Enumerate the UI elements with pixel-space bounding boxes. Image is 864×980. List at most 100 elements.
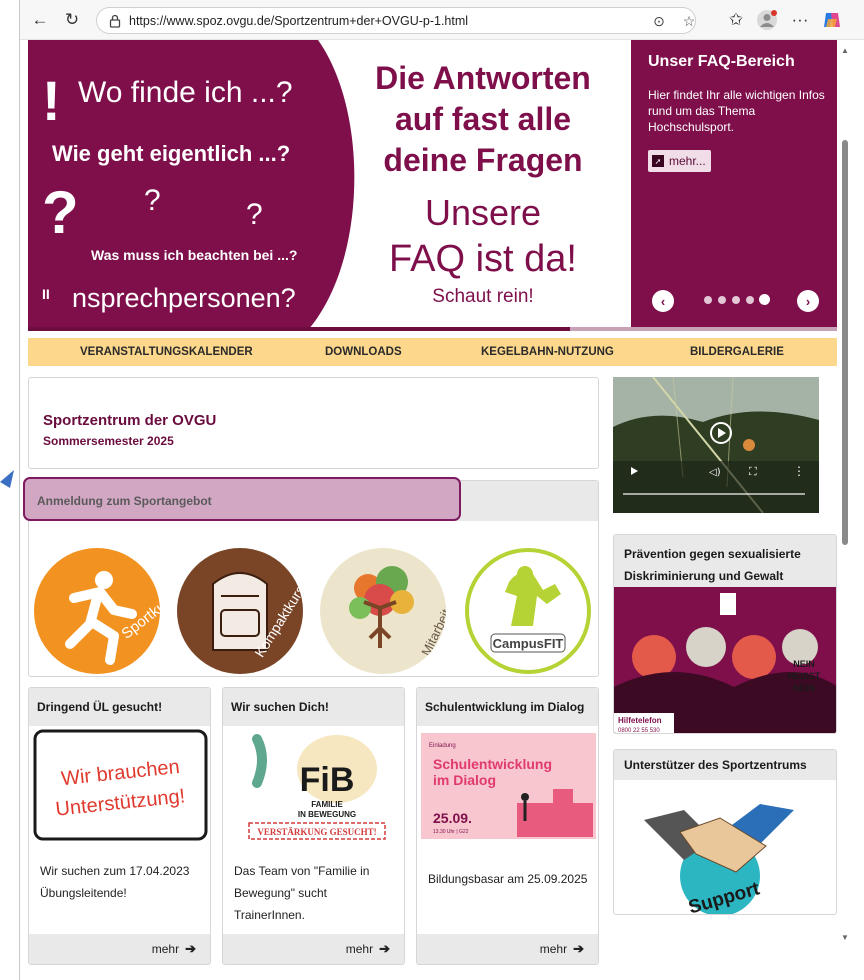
nav-item-veranstaltungskalender[interactable]: VERANSTALTUNGSKALENDER [80, 346, 253, 358]
video-frame: ◁) ⛶ ⋮ [613, 377, 819, 513]
page-scrollbar[interactable]: ▲ ▼ [838, 40, 852, 980]
tile-mitarbeiter[interactable]: Mitarbeiter [320, 548, 446, 674]
svg-text:◁): ◁) [709, 467, 721, 478]
anmeldung-title: Anmeldung zum Sportangebot [37, 494, 212, 508]
more-menu-icon[interactable]: ··· [788, 8, 812, 32]
back-icon[interactable]: ← [28, 8, 52, 32]
arrow-right-icon: ➔ [573, 941, 584, 956]
svg-text:Einladung: Einladung [429, 743, 456, 749]
favorites-list-icon[interactable]: ✩ [724, 8, 748, 32]
carousel-dot-4[interactable] [746, 296, 754, 304]
backpack-icon: Kompaktkurs [182, 553, 303, 669]
card-title: Dringend ÜL gesucht! [29, 688, 210, 726]
carousel-dot-5[interactable] [759, 294, 770, 305]
svg-text:⋮: ⋮ [793, 464, 805, 478]
svg-text:NEIN: NEIN [793, 659, 815, 669]
card-footer: mehr ➔ [29, 934, 210, 964]
window-edge [19, 0, 20, 980]
tree-yoga-icon: Mitarbeiter [349, 566, 446, 658]
hero-headline-line2: auf fast alle [394, 101, 572, 137]
scroll-up-icon[interactable]: ▲ [840, 46, 850, 56]
more-label: mehr [151, 942, 180, 956]
lock-icon [109, 14, 121, 28]
scroll-down-icon[interactable]: ▼ [840, 933, 850, 943]
hero-question-mark-1: ? [42, 179, 79, 246]
main-nav: VERANSTALTUNGSKALENDER DOWNLOADS KEGELBA… [28, 338, 837, 366]
card-dringend[interactable]: Dringend ÜL gesucht! Wir brauchen Unters… [28, 687, 211, 965]
carousel-next-button[interactable]: › [797, 290, 819, 312]
svg-text:FiB: FiB [300, 761, 355, 799]
hero-headline: Die Antworten auf fast alle deine Fragen [363, 58, 603, 181]
card-title: Schulentwicklung im Dialog [417, 688, 598, 726]
hero-faq-line3: Schaut rein! [432, 286, 534, 307]
svg-text:IN BEWEGUNG: IN BEWEGUNG [298, 810, 356, 819]
tile-campusfit[interactable]: CampusFIT [465, 548, 591, 674]
arrow-right-icon: ➔ [185, 941, 196, 956]
card-image-schulentwicklung: Einladung Schulentwicklung im Dialog 25.… [421, 733, 596, 845]
card-footer: mehr ➔ [223, 934, 404, 964]
hero-line2: Wie geht eigentlich ...? [52, 141, 291, 166]
card-text: Bildungsbasar am 25.09.2025 [428, 872, 588, 886]
card-footer: mehr ➔ [417, 934, 598, 964]
hero-line1: Wo finde ich ...? [78, 76, 293, 109]
svg-text:0800 22 55 530: 0800 22 55 530 [618, 728, 660, 734]
carousel-prev-button[interactable]: ‹ [652, 290, 674, 312]
profile-avatar-icon[interactable] [756, 9, 778, 31]
address-bar[interactable]: https://www.spoz.ovgu.de/Sportzentrum+de… [96, 7, 696, 34]
left-margin [0, 0, 20, 980]
faq-more-button[interactable]: ➚ mehr... [648, 150, 711, 172]
faq-more-label: mehr... [669, 154, 706, 168]
more-link[interactable]: mehr ➔ [346, 941, 390, 957]
fitness-figure-icon: CampusFIT [490, 566, 566, 653]
nav-item-downloads[interactable]: DOWNLOADS [325, 346, 402, 358]
praevention-card[interactable]: Prävention gegen sexualisierte Diskrimin… [613, 534, 837, 734]
svg-text:13.30 Uhr | G22: 13.30 Uhr | G22 [433, 829, 469, 835]
more-label: mehr [539, 942, 568, 956]
hero-question-mark-3: ? [246, 198, 263, 231]
semester-label: Sommersemester 2025 [43, 434, 174, 448]
card-wir-suchen[interactable]: Wir suchen Dich! FiB FAMILIE IN BEWEGUNG… [222, 687, 405, 965]
more-link[interactable]: mehr ➔ [152, 941, 196, 957]
hero-faq-line1: Unsere [424, 192, 542, 233]
nav-item-bildergalerie[interactable]: BILDERGALERIE [690, 346, 784, 358]
svg-text:⛶: ⛶ [749, 465, 757, 478]
card-text: Wir suchen zum 17.04.2023 Übungsleitende… [40, 864, 190, 900]
tile-sportkurse[interactable]: Sportkurse [34, 548, 160, 674]
svg-text:NEIN: NEIN [793, 683, 815, 693]
carousel-dot-3[interactable] [732, 296, 740, 304]
copilot-icon[interactable] [822, 10, 842, 30]
external-link-icon: ➚ [652, 155, 664, 167]
faq-panel-description: Hier findet Ihr alle wichtigen Infos run… [648, 88, 825, 134]
svg-text:25.09.: 25.09. [433, 810, 472, 826]
hero-line4: nsprechpersonen? [72, 283, 296, 313]
reload-icon[interactable]: ↻ [60, 8, 84, 32]
tile-kompaktkurs[interactable]: Kompaktkurs [177, 548, 303, 674]
nav-item-kegelbahn[interactable]: KEGELBAHN-NUTZUNG [481, 346, 614, 358]
carousel-dot-1[interactable] [704, 296, 712, 304]
hero-line3: Was muss ich beachten bei ...? [91, 247, 298, 263]
card-text: Das Team von "Familie in Bewegung" sucht… [234, 864, 370, 922]
more-link[interactable]: mehr ➔ [540, 941, 584, 957]
reader-mode-icon[interactable]: ⊙ [650, 12, 668, 30]
svg-text:Schulentwicklung: Schulentwicklung [433, 756, 552, 772]
tile-label-campusfit: CampusFIT [493, 636, 564, 651]
unterstuetzer-card[interactable]: Unterstützer des Sportzentrums Support [613, 749, 837, 915]
arrow-right-icon: ➔ [379, 941, 390, 956]
faq-panel-title: Unser FAQ-Bereich [648, 53, 795, 70]
pause-icon[interactable]: II [42, 286, 50, 302]
hero-headline-line1: Die Antworten [375, 60, 591, 96]
card-image-fib: FiB FAMILIE IN BEWEGUNG VERSTÄRKUNG GESU… [227, 729, 402, 841]
hero-faq-line2: FAQ ist da! [389, 238, 577, 280]
card-schulentwicklung[interactable]: Schulentwicklung im Dialog Einladung Sch… [416, 687, 599, 965]
browser-toolbar: ← ↻ https://www.spoz.ovgu.de/Sportzentru… [20, 0, 864, 40]
hero-slide[interactable]: ! Wo finde ich ...? Wie geht eigentlich … [28, 40, 630, 330]
scroll-thumb[interactable] [842, 140, 848, 545]
runner-icon: Sportkurse [65, 571, 160, 665]
info-box: Sportzentrum der OVGU Sommersemester 202… [28, 377, 599, 469]
favorite-star-icon[interactable]: ☆ [680, 12, 698, 30]
hero-exclaim: ! [42, 69, 61, 132]
carousel-dot-2[interactable] [718, 296, 726, 304]
browser-window: ← ↻ https://www.spoz.ovgu.de/Sportzentru… [0, 0, 864, 980]
video-player[interactable]: ◁) ⛶ ⋮ [613, 377, 819, 513]
svg-text:im Dialog: im Dialog [433, 772, 496, 788]
